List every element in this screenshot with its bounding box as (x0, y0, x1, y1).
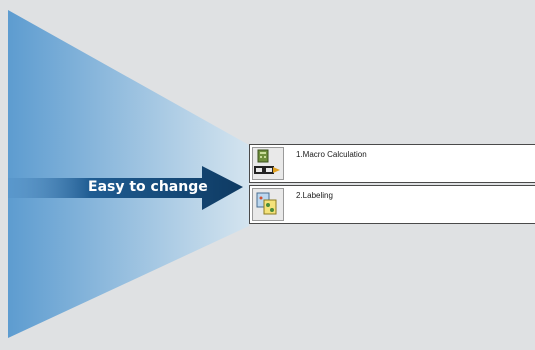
labeling-icon-button[interactable] (252, 188, 284, 221)
item-labeling[interactable]: 2.Labeling (249, 185, 535, 224)
macro-calculation-icon-button[interactable] (252, 147, 284, 180)
item-macro-calculation[interactable]: 1.Macro Calculation (249, 144, 535, 183)
macro-calculation-icon (254, 149, 280, 174)
arrow-label: Easy to change (88, 179, 208, 195)
labeling-icon (256, 192, 277, 215)
item-label-labeling: 2.Labeling (296, 191, 333, 200)
item-label-macro-calculation: 1.Macro Calculation (296, 150, 367, 159)
